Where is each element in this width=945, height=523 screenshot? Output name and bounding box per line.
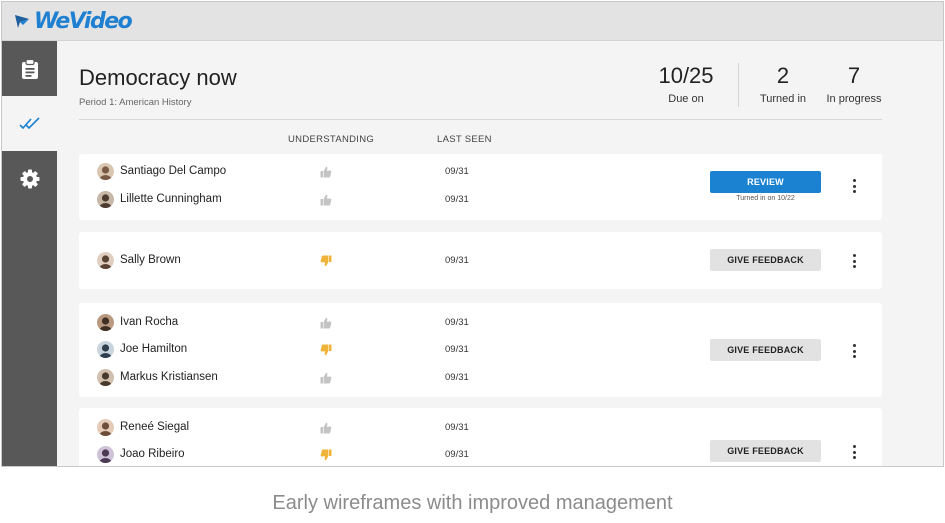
sidebar-item-settings[interactable] [2,151,57,206]
student-name[interactable]: Reneé Siegal [120,421,189,433]
student-row[interactable]: Reneé Siegal 09/31 [79,418,882,438]
stat-label: Turned in [759,93,807,105]
student-group-card: Santiago Del Campo 09/31 Lillette Cunningh… [79,154,882,220]
review-button[interactable]: REVIEW [710,171,821,193]
student-group-card: Ivan Rocha 09/31 Joe Hamilton 09/31 Markus K… [79,303,882,397]
last-seen-date: 09/31 [445,344,469,355]
avatar [97,419,114,436]
student-row[interactable]: Markus Kristiansen 09/31 [79,368,882,388]
student-group-card: Sally Brown 09/31 GIVE FEEDBACK [79,232,882,289]
figure-caption: Early wireframes with improved managemen… [272,492,673,514]
thumbs-up-icon [320,371,332,384]
more-options-icon[interactable] [849,254,859,268]
avatar [97,341,114,358]
last-seen-date: 09/31 [445,372,469,383]
thumbs-down-icon [320,343,332,356]
sidebar-item-assignments[interactable] [2,41,57,96]
wevideo-logo[interactable]: WeVideo [14,8,133,34]
give-feedback-button[interactable]: GIVE FEEDBACK [710,339,821,361]
avatar [97,314,114,331]
header-divider [79,119,882,120]
stat-value: 10/25 [658,63,714,88]
last-seen-date: 09/31 [445,422,469,433]
column-header-understanding[interactable]: UNDERSTANDING [288,134,374,145]
stat-label: In progress [826,93,882,105]
stat-label: Due on [668,93,704,105]
stat-value: 2 [776,63,790,88]
more-options-icon[interactable] [849,344,859,358]
stat-in-progress: 7 In progress [824,63,884,105]
thumbs-up-icon [320,316,332,329]
student-row[interactable]: Ivan Rocha 09/31 [79,313,882,333]
double-check-icon [18,116,40,129]
avatar [97,163,114,180]
last-seen-date: 09/31 [445,449,469,460]
student-name[interactable]: Markus Kristiansen [120,371,218,383]
sidebar-item-review[interactable] [2,96,57,151]
student-name[interactable]: Santiago Del Campo [120,165,226,177]
assignment-subtitle: Period 1: American History [79,97,192,108]
avatar [97,446,114,463]
logo-wordmark: WeVideo [34,8,133,34]
last-seen-date: 09/31 [445,255,469,266]
student-name[interactable]: Lillette Cunningham [120,193,222,205]
gear-icon [20,169,39,188]
stats-divider [738,63,739,107]
last-seen-date: 09/31 [445,194,469,205]
thumbs-up-icon [320,421,332,434]
main-content: Democracy now Period 1: American History… [57,41,943,466]
sidebar [2,41,57,466]
thumbs-up-icon [320,193,332,206]
student-name[interactable]: Joao Ribeiro [120,448,185,460]
app-window: WeVideo Democracy now Period 1: American… [1,1,944,467]
more-options-icon[interactable] [849,445,859,459]
assignment-title: Democracy now [79,65,237,90]
clipboard-icon [21,58,38,79]
avatar [97,369,114,386]
give-feedback-button[interactable]: GIVE FEEDBACK [710,440,821,462]
more-options-icon[interactable] [849,179,859,193]
last-seen-date: 09/31 [445,317,469,328]
student-name[interactable]: Joe Hamilton [120,343,187,355]
student-name[interactable]: Ivan Rocha [120,316,178,328]
stat-value: 7 [847,63,861,88]
thumbs-down-icon [320,254,332,267]
student-name[interactable]: Sally Brown [120,254,181,266]
avatar [97,252,114,269]
column-header-last-seen[interactable]: LAST SEEN [437,134,492,145]
thumbs-up-icon [320,165,332,178]
stat-due-on: 10/25 Due on [655,63,717,105]
logo-play-icon [15,15,29,28]
avatar [97,191,114,208]
student-group-card: Reneé Siegal 09/31 Joao Ribeiro 09/31 GIVE F… [79,408,882,466]
last-seen-date: 09/31 [445,166,469,177]
give-feedback-button[interactable]: GIVE FEEDBACK [710,249,821,271]
thumbs-down-icon [320,448,332,461]
stat-turned-in: 2 Turned in [753,63,813,105]
turned-in-note: Turned in on 10/22 [736,195,795,202]
top-bar: WeVideo [2,2,943,41]
